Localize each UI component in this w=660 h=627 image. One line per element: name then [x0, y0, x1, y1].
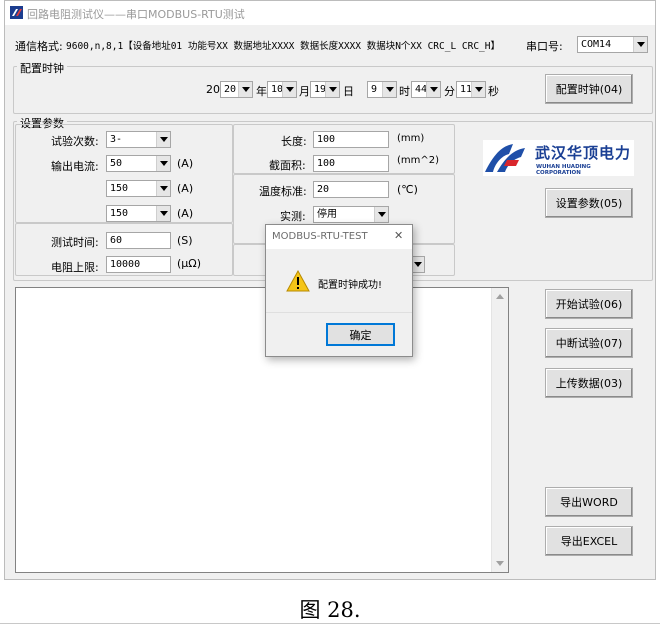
hour-unit: 时 — [399, 85, 410, 98]
chevron-down-icon[interactable] — [156, 181, 170, 196]
test-count-select[interactable]: 3-I1/I2/I3 — [106, 131, 171, 148]
chevron-down-icon[interactable] — [156, 156, 170, 171]
current-1-select[interactable]: 50 — [106, 155, 171, 172]
page-divider — [0, 623, 660, 624]
app-icon — [10, 6, 23, 19]
logo-cn-text: 武汉华顶电力 — [535, 144, 632, 162]
chevron-down-icon[interactable] — [238, 82, 252, 97]
clock-group-label: 配置时钟 — [17, 60, 67, 76]
comm-format-value: 9600,n,8,1【设备地址01 功能号XX 数据地址XXXX 数据长度XXX… — [66, 41, 500, 52]
chevron-down-icon[interactable] — [156, 132, 170, 147]
logo-en-text: WUHAN HUADING CORPORATION — [536, 164, 591, 176]
dialog-message: 配置时钟成功! — [318, 280, 383, 291]
test-time-unit: (S) — [177, 234, 193, 247]
area-label: 截面积: — [269, 159, 306, 172]
test-count-value: 3-I1/I2/I3 — [110, 134, 123, 145]
current-unit-3: (A) — [177, 207, 194, 220]
current-3-select[interactable]: 150 — [106, 205, 171, 222]
measured-value: 停用 — [317, 209, 337, 220]
port-select-value: COM14 — [581, 39, 612, 50]
minute-unit: 分 — [444, 85, 455, 98]
res-limit-label: 电阻上限: — [51, 261, 99, 274]
length-unit: (mm) — [397, 133, 425, 144]
year-unit: 年 — [256, 85, 267, 98]
day-unit: 日 — [343, 85, 354, 98]
chevron-down-icon[interactable] — [471, 82, 485, 97]
temp-unit: (℃) — [397, 183, 418, 196]
day-select[interactable]: 19 — [310, 81, 340, 98]
area-unit: (mm^2) — [397, 155, 440, 166]
current-unit-2: (A) — [177, 182, 194, 195]
current-2-value: 150 — [110, 183, 129, 194]
figure-caption: 图 28. — [299, 598, 361, 622]
start-test-button[interactable]: 开始试验(06) — [545, 289, 633, 319]
logo-mark-icon — [485, 144, 525, 172]
upload-data-button[interactable]: 上传数据(03) — [545, 368, 633, 398]
year-prefix: 20 — [206, 83, 220, 96]
chevron-down-icon[interactable] — [325, 82, 339, 97]
config-clock-button[interactable]: 配置时钟(04) — [545, 74, 633, 104]
vertical-scrollbar[interactable] — [491, 288, 508, 572]
dialog-title-bar: MODBUS-RTU-TEST ✕ — [266, 225, 412, 249]
window-title: 回路电阻测试仪——串口MODBUS-RTU测试 — [27, 8, 245, 21]
second-unit: 秒 — [488, 85, 499, 98]
dialog-button-area: 确定 — [266, 312, 412, 356]
hour-select[interactable]: 9 — [367, 81, 397, 98]
second-select[interactable]: 11 — [456, 81, 486, 98]
res-limit-unit: (μΩ) — [177, 257, 201, 270]
dialog-title: MODBUS-RTU-TEST — [272, 231, 368, 242]
length-label: 长度: — [281, 135, 307, 148]
length-input[interactable]: 100 — [313, 131, 389, 148]
current-unit-1: (A) — [177, 157, 194, 170]
port-label: 串口号: — [526, 40, 563, 53]
current-label: 输出电流: — [51, 160, 99, 173]
month-select[interactable]: 10 — [267, 81, 297, 98]
area-input[interactable]: 100 — [313, 155, 389, 172]
chevron-down-icon[interactable] — [382, 82, 396, 97]
port-select[interactable]: COM14 — [577, 36, 648, 53]
current-3-value: 150 — [110, 208, 129, 219]
scroll-down-icon[interactable] — [496, 561, 504, 566]
set-params-button[interactable]: 设置参数(05) — [545, 188, 633, 218]
minute-select[interactable]: 44 — [411, 81, 441, 98]
current-1-value: 50 — [110, 158, 123, 169]
test-time-label: 测试时间: — [51, 236, 99, 249]
ok-button[interactable]: 确定 — [326, 323, 395, 346]
stop-test-button[interactable]: 中断试验(07) — [545, 328, 633, 358]
measured-select[interactable]: 停用 — [313, 206, 389, 223]
temp-input[interactable]: 20 — [313, 181, 389, 198]
title-bar: 回路电阻测试仪——串口MODBUS-RTU测试 — [5, 1, 655, 25]
warning-icon — [286, 270, 310, 292]
chevron-down-icon[interactable] — [282, 82, 296, 97]
export-word-button[interactable]: 导出WORD — [545, 487, 633, 517]
test-count-label: 试验次数: — [51, 135, 99, 148]
log-textarea[interactable] — [15, 287, 509, 573]
temp-label: 温度标准: — [259, 185, 307, 198]
current-2-select[interactable]: 150 — [106, 180, 171, 197]
scroll-up-icon[interactable] — [496, 294, 504, 299]
year-select[interactable]: 20 — [220, 81, 253, 98]
message-dialog: MODBUS-RTU-TEST ✕ 配置时钟成功! 确定 — [265, 224, 413, 357]
res-limit-input[interactable]: 10000 — [106, 256, 171, 273]
measured-label: 实测: — [280, 210, 306, 223]
year-value: 20 — [224, 84, 237, 95]
chevron-down-icon[interactable] — [426, 82, 440, 97]
export-excel-button[interactable]: 导出EXCEL — [545, 526, 633, 556]
chevron-down-icon[interactable] — [374, 207, 388, 222]
company-logo: 武汉华顶电力 WUHAN HUADING CORPORATION — [483, 140, 634, 176]
chevron-down-icon[interactable] — [156, 206, 170, 221]
test-time-input[interactable]: 60 — [106, 232, 171, 249]
month-unit: 月 — [299, 85, 310, 98]
comm-format-label: 通信格式: — [15, 40, 63, 53]
chevron-down-icon[interactable] — [633, 37, 647, 52]
hour-value: 9 — [371, 84, 378, 95]
close-icon[interactable]: ✕ — [394, 229, 403, 242]
